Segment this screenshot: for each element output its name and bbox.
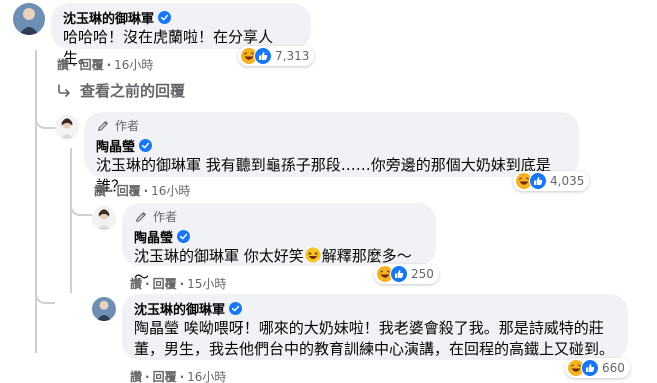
view-previous-replies-link[interactable]: 查看之前的回覆	[56, 80, 185, 101]
separator-dot: ·	[145, 370, 150, 383]
comment-actions: 讚 · 回覆 · 15小時	[130, 275, 226, 292]
avatar[interactable]	[92, 297, 116, 321]
author-label: 作者	[153, 210, 178, 224]
comment-bubble: 沈玉琳的御琳軍 哈哈哈！沒在虎蘭啦！在分享人生。	[51, 3, 311, 67]
separator-dot: ·	[106, 58, 112, 72]
like-reaction-icon	[390, 265, 408, 283]
reply-button[interactable]: 回覆	[153, 370, 177, 383]
comment-bubble: 作者 陶晶瑩 沈玉琳的御琳軍 你太好笑 解釋那麼多～～	[122, 203, 436, 286]
avatar[interactable]	[92, 206, 116, 230]
separator-dot: ·	[72, 58, 77, 72]
reaction-summary[interactable]: 4,035	[513, 171, 590, 191]
reaction-summary[interactable]: 7,313	[238, 46, 315, 66]
verified-badge-icon	[139, 139, 153, 152]
like-button[interactable]: 讚	[130, 370, 142, 383]
comment-bubble: 作者 陶晶瑩 沈玉琳的御琳軍 我有聽到龜孫子那段……你旁邊的那個大奶妹到底是誰？	[84, 112, 579, 195]
view-previous-label: 查看之前的回覆	[80, 82, 186, 100]
separator-dot: ·	[109, 184, 114, 198]
verified-badge-icon	[229, 302, 243, 315]
reaction-count: 7,313	[275, 49, 310, 63]
thread-line-main	[35, 50, 37, 353]
timestamp[interactable]: 15小時	[187, 277, 226, 291]
reaction-count: 250	[411, 267, 434, 281]
thread-line-branch-2	[35, 290, 55, 304]
like-button[interactable]: 讚	[94, 184, 106, 198]
comment-text-continued: 董，男生，我去他們台中的教育訓練中心演講，在回程的高鐵上又碰到。	[134, 340, 615, 358]
timestamp[interactable]: 16小時	[187, 370, 226, 383]
reaction-count: 660	[602, 361, 625, 375]
reply-button[interactable]: 回覆	[117, 184, 141, 198]
comment-actions: 讚 · 回覆 · 16小時	[57, 56, 153, 73]
like-button[interactable]: 讚	[57, 58, 69, 72]
reaction-count: 4,035	[550, 174, 585, 188]
author-badge: 作者	[134, 208, 424, 225]
timestamp[interactable]: 16小時	[151, 184, 190, 198]
commenter-name[interactable]: 陶晶瑩	[134, 227, 173, 246]
separator-dot: ·	[179, 370, 185, 383]
comment-bubble: 沈玉琳的御琳軍 陶晶瑩 唉呦喂呀！哪來的大奶妹啦！我老婆會殺了我。那是詩威特的莊…	[122, 294, 628, 360]
reply-button[interactable]: 回覆	[80, 58, 104, 72]
pencil-icon	[98, 120, 108, 131]
reaction-summary[interactable]: 250	[374, 264, 439, 284]
comment-actions: 讚 · 回覆 · 16小時	[94, 182, 190, 199]
mention-link[interactable]: 沈玉琳的御琳軍	[96, 156, 201, 174]
like-reaction-icon	[529, 172, 547, 190]
reaction-summary[interactable]: 660	[565, 358, 630, 378]
commenter-name[interactable]: 沈玉琳的御琳軍	[134, 299, 225, 318]
thread-line-sub	[70, 148, 72, 293]
timestamp[interactable]: 16小時	[114, 58, 153, 72]
commenter-name[interactable]: 陶晶瑩	[96, 136, 135, 155]
grinning-squinting-emoji-icon	[305, 247, 321, 263]
author-label: 作者	[115, 119, 140, 133]
reply-button[interactable]: 回覆	[153, 277, 177, 291]
like-reaction-icon	[581, 359, 599, 377]
separator-dot: ·	[143, 184, 149, 198]
comment-text: 陶晶瑩 唉呦喂呀！哪來的大奶妹啦！我老婆會殺了我。那是詩威特的莊	[134, 318, 616, 339]
avatar[interactable]	[55, 115, 79, 139]
author-badge: 作者	[96, 117, 567, 134]
thread-line-branch-3	[70, 198, 92, 216]
separator-dot: ·	[179, 277, 185, 291]
mention-link[interactable]: 陶晶瑩	[134, 319, 179, 337]
commenter-name[interactable]: 沈玉琳的御琳軍	[63, 8, 154, 27]
pencil-icon	[136, 211, 146, 222]
verified-badge-icon	[177, 230, 191, 243]
thread-line-branch-1	[35, 113, 55, 129]
avatar[interactable]	[13, 3, 45, 35]
comment-actions: 讚 · 回覆 · 16小時	[130, 368, 226, 383]
like-button[interactable]: 讚	[130, 277, 142, 291]
comment-body: 你太好笑	[239, 247, 304, 265]
comment-body-line-1: 唉呦喂呀！哪來的大奶妹啦！我老婆會殺了我。那是詩威特的莊	[179, 319, 604, 337]
verified-badge-icon	[158, 11, 172, 24]
separator-dot: ·	[145, 277, 150, 291]
reply-arrow-icon	[58, 83, 70, 97]
mention-link[interactable]: 沈玉琳的御琳軍	[134, 247, 239, 265]
like-reaction-icon	[254, 47, 272, 65]
